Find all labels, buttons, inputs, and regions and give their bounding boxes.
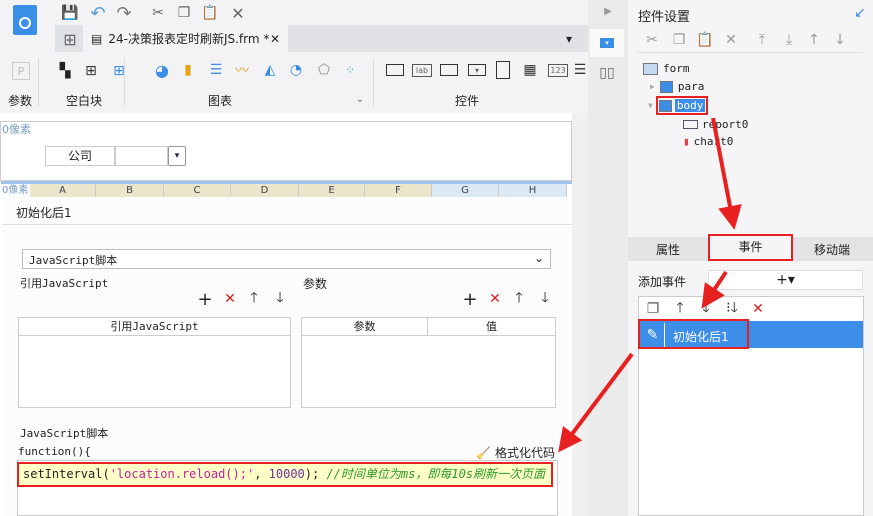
arrow	[558, 352, 634, 453]
arrow	[701, 270, 728, 309]
arrow	[711, 117, 742, 230]
annotation-arrows	[558, 117, 742, 453]
